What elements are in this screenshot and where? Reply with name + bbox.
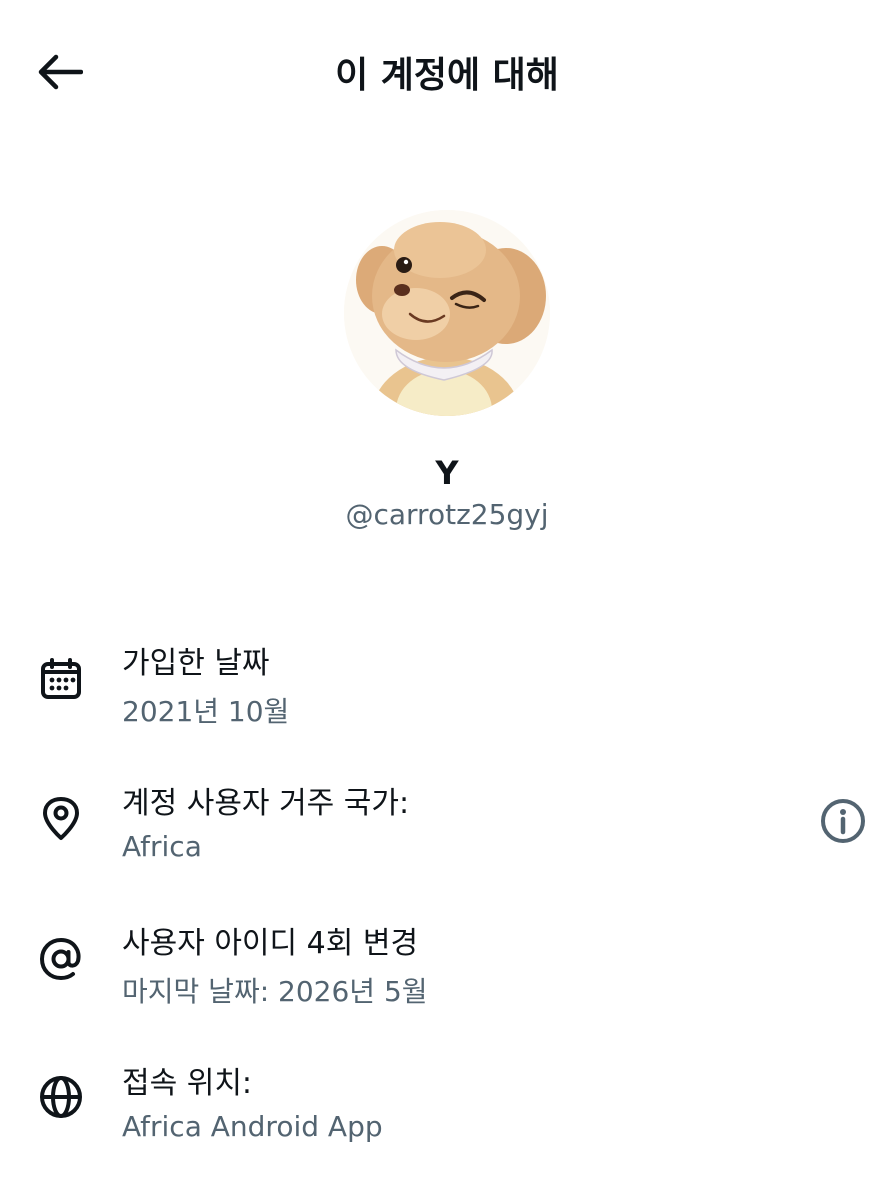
about-account-page: 이 계정에 대해 Y @carrotz25gyj 가입한 날짜 2021년 10… — [0, 0, 894, 1200]
country-value: Africa — [122, 830, 202, 863]
page-title: 이 계정에 대해 — [335, 55, 559, 96]
calendar-icon — [36, 654, 86, 704]
joined-value: 2021년 10월 — [122, 695, 290, 728]
plush-puppy-avatar-image — [344, 210, 550, 416]
connected-via-value: Africa Android App — [122, 1110, 383, 1143]
display-name: Y — [435, 454, 459, 492]
country-label: 계정 사용자 거주 국가: — [122, 786, 410, 821]
globe-icon — [36, 1072, 86, 1122]
username-changes-label: 사용자 아이디 4회 변경 — [122, 926, 419, 961]
user-handle: @carrotz25gyj — [345, 498, 549, 531]
avatar[interactable] — [344, 210, 550, 416]
connected-via-label: 접속 위치: — [122, 1066, 253, 1101]
top-bar: 이 계정에 대해 — [0, 0, 894, 140]
at-sign-icon — [36, 934, 86, 984]
joined-label: 가입한 날짜 — [122, 646, 270, 681]
info-row-joined: 가입한 날짜 2021년 10월 — [0, 630, 894, 740]
info-row-country: 계정 사용자 거주 국가: Africa — [0, 770, 894, 880]
username-changes-value: 마지막 날짜: 2026년 5월 — [122, 975, 428, 1008]
info-icon — [821, 799, 865, 843]
info-row-connected-via: 접속 위치: Africa Android App — [0, 1050, 894, 1160]
country-info-button[interactable] — [818, 796, 868, 846]
info-row-username-changes: 사용자 아이디 4회 변경 마지막 날짜: 2026년 5월 — [0, 910, 894, 1020]
location-pin-icon — [36, 794, 86, 844]
